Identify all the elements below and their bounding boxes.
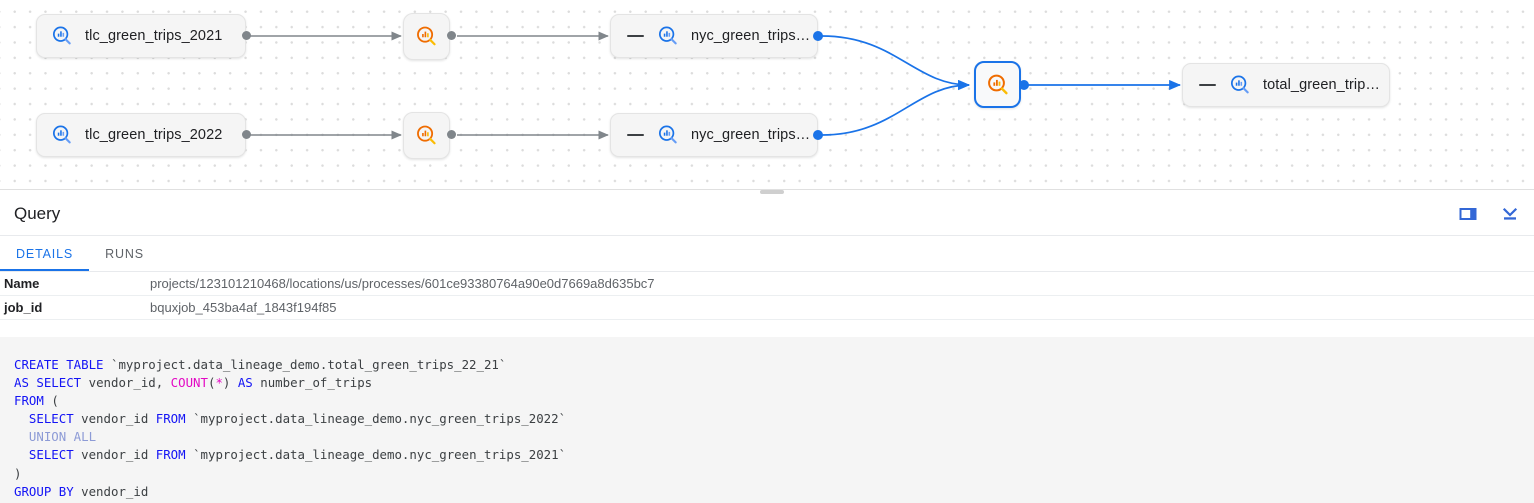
bigquery-table-icon bbox=[657, 25, 679, 47]
tab-details[interactable]: DETAILS bbox=[0, 236, 89, 271]
bigquery-table-icon bbox=[51, 25, 73, 47]
node-label: tlc_green_trips_2022 bbox=[85, 127, 222, 143]
chevron-down-bar-glyph bbox=[1500, 204, 1520, 224]
collapse-node-button[interactable] bbox=[1199, 84, 1216, 87]
process-search-icon bbox=[986, 73, 1010, 97]
split-panel-glyph bbox=[1458, 204, 1478, 224]
detail-value: bquxjob_453ba4af_1843f194f85 bbox=[150, 300, 337, 315]
table-row: job_id bquxjob_453ba4af_1843f194f85 bbox=[0, 296, 1534, 320]
tab-runs[interactable]: RUNS bbox=[89, 236, 160, 271]
query-panel-tabs: DETAILS RUNS bbox=[0, 236, 1534, 272]
bigquery-table-icon bbox=[1229, 74, 1251, 96]
node-output-port[interactable] bbox=[1019, 80, 1029, 90]
lineage-node-total-green-trips[interactable]: total_green_trip… bbox=[1182, 63, 1390, 107]
sql-query-code[interactable]: CREATE TABLE `myproject.data_lineage_dem… bbox=[0, 337, 1534, 503]
lineage-node-process-2022[interactable] bbox=[403, 112, 450, 159]
process-search-icon bbox=[415, 124, 438, 147]
lineage-node-process-union-selected[interactable] bbox=[974, 61, 1021, 108]
panel-action-buttons bbox=[1456, 192, 1522, 236]
bigquery-table-icon bbox=[657, 124, 679, 146]
lineage-node-nyc-green-trips-2021[interactable]: nyc_green_trips… bbox=[610, 14, 818, 58]
lineage-node-nyc-green-trips-2022[interactable]: nyc_green_trips… bbox=[610, 113, 818, 157]
query-panel: Query DETAILS RUNS bbox=[0, 192, 1534, 320]
bigquery-table-icon bbox=[51, 124, 73, 146]
lineage-graph-canvas[interactable]: tlc_green_trips_2021 tlc_green_trips_202… bbox=[0, 0, 1534, 190]
node-output-port[interactable] bbox=[447, 130, 456, 139]
lineage-node-tlc-green-trips-2022[interactable]: tlc_green_trips_2022 bbox=[36, 113, 246, 157]
table-row: Name projects/123101210468/locations/us/… bbox=[0, 272, 1534, 296]
process-search-icon bbox=[415, 25, 438, 48]
node-output-port[interactable] bbox=[242, 31, 251, 40]
collapse-node-button[interactable] bbox=[627, 35, 644, 38]
collapse-panel-icon[interactable] bbox=[1498, 202, 1522, 226]
lineage-node-process-2021[interactable] bbox=[403, 13, 450, 60]
detail-key: job_id bbox=[0, 300, 150, 315]
page-title: Query bbox=[0, 204, 60, 224]
lineage-node-tlc-green-trips-2021[interactable]: tlc_green_trips_2021 bbox=[36, 14, 246, 58]
details-table: Name projects/123101210468/locations/us/… bbox=[0, 272, 1534, 320]
node-output-port[interactable] bbox=[813, 31, 823, 41]
lineage-query-view: tlc_green_trips_2021 tlc_green_trips_202… bbox=[0, 0, 1534, 503]
node-output-port[interactable] bbox=[447, 31, 456, 40]
detail-value: projects/123101210468/locations/us/proce… bbox=[150, 276, 655, 291]
node-output-port[interactable] bbox=[813, 130, 823, 140]
collapse-node-button[interactable] bbox=[627, 134, 644, 137]
node-label: total_green_trip… bbox=[1263, 77, 1380, 93]
node-label: nyc_green_trips… bbox=[691, 28, 810, 44]
split-panel-icon[interactable] bbox=[1456, 202, 1480, 226]
node-output-port[interactable] bbox=[242, 130, 251, 139]
query-panel-header: Query bbox=[0, 192, 1534, 236]
node-label: nyc_green_trips… bbox=[691, 127, 810, 143]
node-label: tlc_green_trips_2021 bbox=[85, 28, 222, 44]
detail-key: Name bbox=[0, 276, 150, 291]
